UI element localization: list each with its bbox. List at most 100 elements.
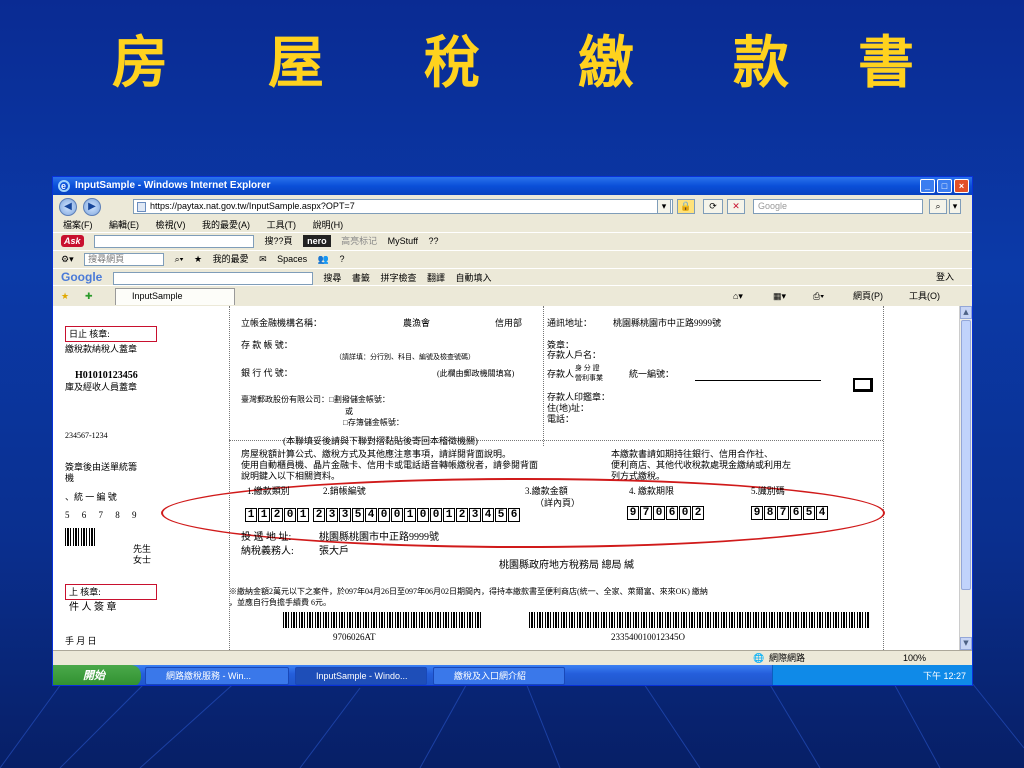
digit-cell: 0 <box>284 508 296 522</box>
close-button[interactable]: × <box>954 179 969 193</box>
star-icon[interactable]: ★ <box>194 254 202 264</box>
digit-cell: 4 <box>482 508 494 522</box>
rss-icon[interactable]: ▦▾ <box>773 286 786 306</box>
bank-sub-label: 信用部 <box>495 318 523 328</box>
title-char: 書 <box>858 30 914 96</box>
digit-cell: 0 <box>679 506 691 520</box>
phone-label: 電話： <box>547 414 575 424</box>
issuer: 桃園縣政府地方稅務局 總局 緘 <box>499 560 634 571</box>
digit-cell: 6 <box>508 508 520 522</box>
maximize-button[interactable]: □ <box>937 179 952 193</box>
forward-icon[interactable]: ▶ <box>83 198 101 216</box>
scroll-thumb[interactable] <box>961 320 971 590</box>
bank-sub-label: 農漁會 <box>403 318 431 328</box>
seal-label: 日止 核章: <box>69 329 110 339</box>
web-search-input[interactable]: 搜尋網頁 <box>84 253 165 267</box>
translate-button[interactable]: 翻譯 <box>427 273 445 283</box>
or-label: 或 <box>345 407 353 416</box>
google-search-input[interactable] <box>112 272 313 286</box>
clock[interactable]: 下午 12:27 <box>923 665 966 685</box>
vertical-scrollbar[interactable]: ▲ ▼ <box>959 306 972 650</box>
favorites-star-icon[interactable]: ★ <box>61 286 69 306</box>
col-header: 4. 繳款期限 <box>629 486 675 496</box>
digit-cell: 6 <box>666 506 678 520</box>
tools-menu[interactable]: 工具(O) <box>909 286 940 306</box>
madam-label: 女士 <box>133 555 152 565</box>
digit-cell: 1 <box>404 508 416 522</box>
title-char: 稅 <box>424 30 480 96</box>
spellcheck-button[interactable]: 拼字檢查 <box>380 273 416 283</box>
seal-label: 上 核章: <box>69 587 101 597</box>
nero-logo[interactable]: nero <box>303 235 331 247</box>
refresh-icon[interactable]: ⟳ <box>703 199 723 214</box>
login-button[interactable]: 登入 <box>936 269 954 286</box>
help-button[interactable]: ?? <box>429 236 439 246</box>
minimize-button[interactable]: _ <box>920 179 935 193</box>
agent-seal-label: 件 人 簽 章 <box>69 602 117 613</box>
favorites-link[interactable]: 我的最愛 <box>213 254 249 264</box>
tax-id-digits: 5 6 7 8 9 <box>65 510 137 521</box>
scroll-up-icon[interactable]: ▲ <box>960 306 972 319</box>
globe-icon: 🌐 <box>753 653 765 663</box>
digit-cell: 0 <box>430 508 442 522</box>
taskbar-item[interactable]: InputSample - Windo... <box>295 667 427 685</box>
help-icon[interactable]: ? <box>339 254 344 264</box>
mail-icon[interactable]: ✉ <box>259 254 267 264</box>
passbook-label: □存簿儲金帳號： <box>343 418 404 427</box>
mystuff-button[interactable]: MyStuff <box>388 236 418 246</box>
menu-file[interactable]: 檔案(F) <box>63 220 93 230</box>
taxpayer-label: 納稅義務人: <box>241 546 294 557</box>
tab-bar: ★ ✚ InputSample ⌂▾ ▦▾ ⎙▾ 網頁(P) 工具(O) <box>53 285 972 305</box>
payment-type-digits: 1 1 2 0 1 <box>245 508 310 522</box>
menu-help[interactable]: 說明(H) <box>313 220 344 230</box>
taskbar-item[interactable]: 繳稅及入口網介紹 <box>433 667 565 685</box>
search-options-icon[interactable]: ▾ <box>949 199 961 214</box>
title-char: 屋 <box>268 30 324 96</box>
ask-search-button[interactable]: 搜??頁 <box>265 236 293 246</box>
autofill-button[interactable]: 自動填入 <box>456 273 492 283</box>
code-label: H01010123456 <box>75 370 138 381</box>
digit-cell: 1 <box>258 508 270 522</box>
home-icon[interactable]: ⌂▾ <box>733 286 743 306</box>
account-hint: （請詳填：分行別、科目、編號及檢查號碼） <box>335 353 475 361</box>
dropdown-icon[interactable]: ▾ <box>657 199 671 214</box>
digit: 5 <box>65 510 70 520</box>
digit: 6 <box>81 510 87 520</box>
url-text: https://paytax.nat.gov.tw/InputSample.as… <box>150 201 355 211</box>
toolbar-logo-icon[interactable]: ⚙▾ <box>61 254 74 264</box>
people-icon[interactable]: 👥 <box>318 254 329 264</box>
start-button[interactable]: 開始 <box>53 665 141 685</box>
browser-window: e InputSample - Windows Internet Explore… <box>52 176 973 686</box>
tab-inputsample[interactable]: InputSample <box>115 288 235 305</box>
search-input[interactable]: Google <box>753 199 923 214</box>
ask-logo[interactable]: Ask <box>61 235 84 247</box>
menu-view[interactable]: 檢視(V) <box>156 220 186 230</box>
url-input[interactable]: https://paytax.nat.gov.tw/InputSample.as… <box>133 199 673 214</box>
menu-favorites[interactable]: 我的最愛(A) <box>202 220 250 230</box>
spaces-link[interactable]: Spaces <box>277 254 307 264</box>
scroll-down-icon[interactable]: ▼ <box>960 637 972 650</box>
digit-cell: 5 <box>803 506 815 520</box>
digit-cell: 3 <box>326 508 338 522</box>
digit-cell: 2 <box>456 508 468 522</box>
google-search-button[interactable]: 搜尋 <box>323 273 341 283</box>
highlight-button[interactable]: 高亮标记 <box>341 236 377 246</box>
google-toolbar: Google 搜尋 書籤 拼字檢查 翻譯 自動填入 登入 <box>53 268 972 286</box>
zoom-level[interactable]: 100% <box>903 651 926 665</box>
search-icon[interactable]: ⌕ <box>929 199 947 214</box>
taskbar-item[interactable]: 網路繳稅服務 - Win... <box>145 667 289 685</box>
lock-icon[interactable]: 🔒 <box>677 199 695 214</box>
back-icon[interactable]: ◀ <box>59 198 77 216</box>
ask-search-input[interactable] <box>94 235 255 249</box>
digit-cell: 1 <box>297 508 309 522</box>
add-favorite-icon[interactable]: ✚ <box>85 286 93 306</box>
print-icon[interactable]: ⎙▾ <box>813 286 824 306</box>
tab-label: InputSample <box>132 291 183 301</box>
menu-edit[interactable]: 編輯(E) <box>109 220 139 230</box>
menu-tools[interactable]: 工具(T) <box>267 220 297 230</box>
stop-icon[interactable]: ✕ <box>727 199 745 214</box>
bookmarks-button[interactable]: 書籤 <box>352 273 370 283</box>
page-menu[interactable]: 網頁(P) <box>853 286 883 306</box>
search-icon[interactable]: ⌕▾ <box>175 254 184 264</box>
zone-label: 網際網路 <box>769 653 806 663</box>
